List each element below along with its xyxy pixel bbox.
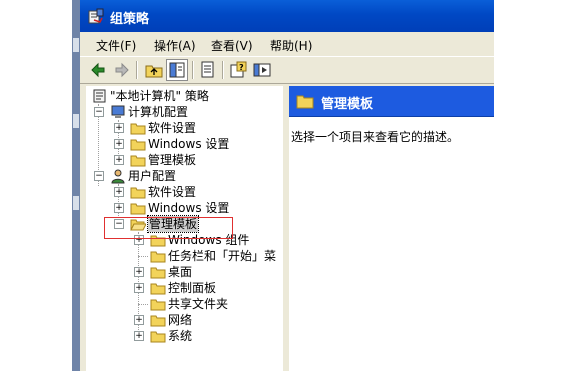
tree-label: Windows 设置 <box>148 137 230 151</box>
highlight-box <box>104 217 233 239</box>
expand-toggle[interactable]: + <box>134 331 144 341</box>
toolbar: ? <box>80 56 494 84</box>
tree-label: 网络 <box>168 313 193 327</box>
detail-description: 选择一个项目来查看它的描述。 <box>291 130 460 144</box>
toolbar-separator <box>192 61 194 79</box>
tree-label: 系统 <box>168 329 193 343</box>
expand-toggle[interactable]: + <box>114 187 124 197</box>
expand-toggle[interactable]: + <box>134 267 144 277</box>
desktop-marker <box>73 196 79 210</box>
collapse-toggle[interactable]: − <box>94 171 104 181</box>
toolbar-separator <box>222 61 224 79</box>
tree-item[interactable]: + 桌面 <box>90 264 283 280</box>
expand-toggle[interactable]: + <box>134 283 144 293</box>
folder-icon <box>150 299 166 311</box>
tree-label: 软件设置 <box>148 121 197 135</box>
help-icon[interactable]: ? <box>228 60 248 80</box>
desktop-edge <box>72 0 80 371</box>
tree-item[interactable]: + 软件设置 <box>90 184 280 200</box>
user-icon <box>111 169 125 184</box>
tree-root[interactable]: "本地计算机" 策略 <box>90 88 280 104</box>
tree-label: 共享文件夹 <box>168 297 229 311</box>
folder-icon <box>150 331 166 343</box>
folder-icon <box>130 155 146 167</box>
tree-item[interactable]: + 系统 <box>90 328 283 344</box>
expand-toggle[interactable]: + <box>134 315 144 325</box>
tree-item[interactable]: + Windows 设置 <box>90 136 280 152</box>
forward-arrow-icon[interactable] <box>112 60 132 80</box>
tree-item[interactable]: 任务栏和「开始」菜 <box>90 248 283 264</box>
tree-root-label: "本地计算机" 策略 <box>110 89 209 103</box>
tree-item[interactable]: 共享文件夹 <box>90 296 283 312</box>
tree-label: 桌面 <box>168 265 193 279</box>
expand-toggle[interactable]: + <box>114 155 124 165</box>
tree-item-computer-config[interactable]: − 计算机配置 <box>90 104 280 120</box>
folder-icon <box>150 267 166 279</box>
detail-header: 管理模板 <box>289 86 494 117</box>
collapse-toggle[interactable]: − <box>94 107 104 117</box>
folder-icon <box>296 95 314 109</box>
toolbar-separator <box>136 61 138 79</box>
tree-item[interactable]: + 控制面板 <box>90 280 283 296</box>
tree-label: Windows 设置 <box>148 201 230 215</box>
up-folder-icon[interactable] <box>144 60 164 80</box>
title-bar[interactable]: 组策略 <box>80 0 494 32</box>
detail-title: 管理模板 <box>321 97 374 112</box>
menu-view[interactable]: 查看(V) <box>211 37 253 54</box>
menu-action[interactable]: 操作(A) <box>154 37 196 54</box>
menu-bar: 文件(F) 操作(A) 查看(V) 帮助(H) <box>80 32 494 56</box>
tree-label: 任务栏和「开始」菜 <box>168 249 277 263</box>
policy-scroll-icon <box>93 89 106 103</box>
tree-item[interactable]: + 网络 <box>90 312 283 328</box>
tree-label: 计算机配置 <box>128 105 189 119</box>
folder-icon <box>130 187 146 199</box>
tree-line <box>138 304 148 305</box>
expand-toggle[interactable]: + <box>114 203 124 213</box>
window-title: 组策略 <box>110 12 150 27</box>
menu-file[interactable]: 文件(F) <box>96 37 136 54</box>
menu-help[interactable]: 帮助(H) <box>270 37 312 54</box>
tree-label: 管理模板 <box>148 153 197 167</box>
group-policy-icon <box>88 8 104 24</box>
tree-item[interactable]: + 管理模板 <box>90 152 280 168</box>
tree-item[interactable]: + Windows 设置 <box>90 200 280 216</box>
properties-icon[interactable] <box>252 60 272 80</box>
tree-label: 软件设置 <box>148 185 197 199</box>
tree-label: 用户配置 <box>128 169 177 183</box>
folder-icon <box>150 315 166 327</box>
folder-icon <box>150 251 166 263</box>
expand-toggle[interactable]: + <box>114 139 124 149</box>
folder-icon <box>150 283 166 295</box>
desktop-marker <box>73 114 79 128</box>
tree-item[interactable]: + 软件设置 <box>90 120 280 136</box>
folder-icon <box>130 123 146 135</box>
desktop-marker <box>73 38 79 52</box>
svg-text:?: ? <box>239 63 244 72</box>
detail-pane: 管理模板 选择一个项目来查看它的描述。 <box>289 86 494 371</box>
back-arrow-icon[interactable] <box>88 60 108 80</box>
expand-toggle[interactable]: + <box>114 123 124 133</box>
tree-line <box>138 256 148 257</box>
show-tree-icon[interactable] <box>166 59 188 81</box>
export-list-icon[interactable] <box>198 60 218 80</box>
tree-item-user-config[interactable]: − 用户配置 <box>90 168 280 184</box>
folder-icon <box>130 139 146 151</box>
tree-label: 控制面板 <box>168 281 217 295</box>
computer-icon <box>111 105 125 118</box>
folder-icon <box>130 203 146 215</box>
